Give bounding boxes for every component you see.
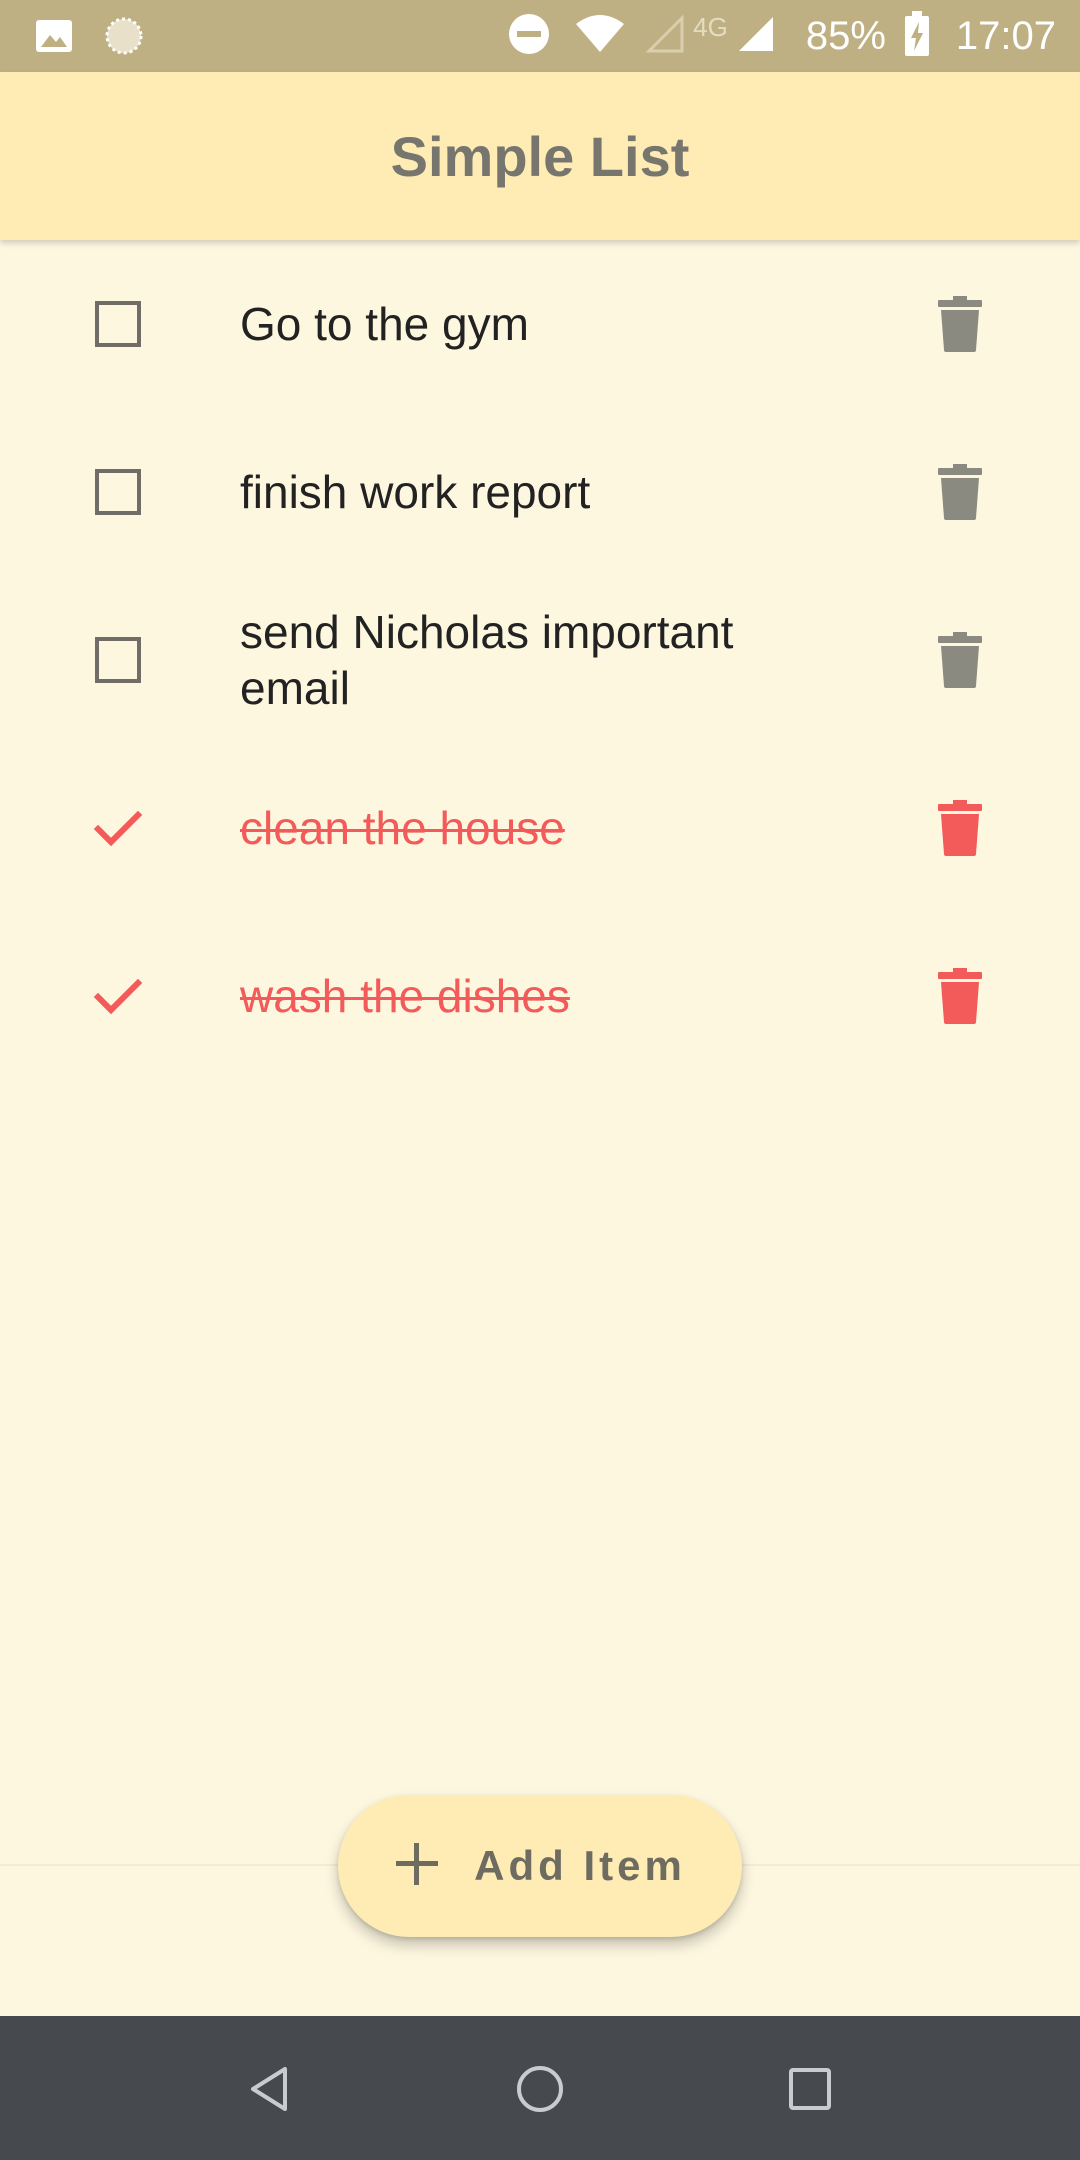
battery-charging-icon [904,10,930,62]
item-checkbox[interactable] [92,970,144,1022]
delete-button[interactable] [938,296,982,352]
item-checkbox[interactable] [92,466,144,518]
list-item: send Nicholas important email [0,576,1080,744]
back-button[interactable] [235,2054,305,2124]
item-checkbox[interactable] [92,298,144,350]
item-checkbox[interactable] [92,634,144,686]
checkmark-icon [93,810,143,847]
add-item-button[interactable]: Add Item [338,1795,742,1937]
plus-icon [394,1841,440,1892]
app-bar: Simple List [0,72,1080,240]
trash-icon [938,464,982,520]
trash-icon [938,800,982,856]
item-label: wash the dishes [240,970,570,1022]
trash-icon [938,296,982,352]
list-item: wash the dishes [0,912,1080,1080]
battery-percent: 85% [805,13,886,58]
item-label: clean the house [240,802,565,854]
network-type: 4G [693,11,728,42]
status-bar-right: 4G 85% 17:07 [507,8,1056,64]
recents-button[interactable] [775,2054,845,2124]
todo-list: Go to the gym finish work report send Ni… [0,240,1080,1080]
trash-icon [938,968,982,1024]
item-checkbox[interactable] [92,802,144,854]
add-item-label: Add Item [474,1842,686,1889]
delete-button[interactable] [938,800,982,856]
delete-button[interactable] [938,968,982,1024]
delete-button[interactable] [938,632,982,688]
signal-icon [736,14,776,59]
item-label: Go to the gym [240,298,529,350]
gallery-icon [34,16,74,61]
item-label: send Nicholas important email [240,606,734,714]
list-item: clean the house [0,744,1080,912]
back-icon [251,2067,287,2111]
checkbox-empty-icon [95,301,141,347]
sync-icon [104,16,144,61]
checkmark-icon [93,978,143,1015]
home-button[interactable] [505,2054,575,2124]
list-item: Go to the gym [0,240,1080,408]
checkbox-empty-icon [95,637,141,683]
list-item: finish work report [0,408,1080,576]
recents-icon [789,2068,831,2110]
system-nav-bar [0,2016,1080,2160]
trash-icon [938,632,982,688]
status-bar: 4G 85% 17:07 [0,0,1080,72]
do-not-disturb-icon [507,12,551,61]
status-bar-left [34,16,144,61]
wifi-icon [575,14,625,59]
checkbox-empty-icon [95,469,141,515]
page-title: Simple List [390,124,690,188]
home-icon [517,2066,563,2112]
clock: 17:07 [955,13,1056,58]
delete-button[interactable] [938,464,982,520]
item-label: finish work report [240,466,591,518]
signal-empty-icon [645,13,685,59]
